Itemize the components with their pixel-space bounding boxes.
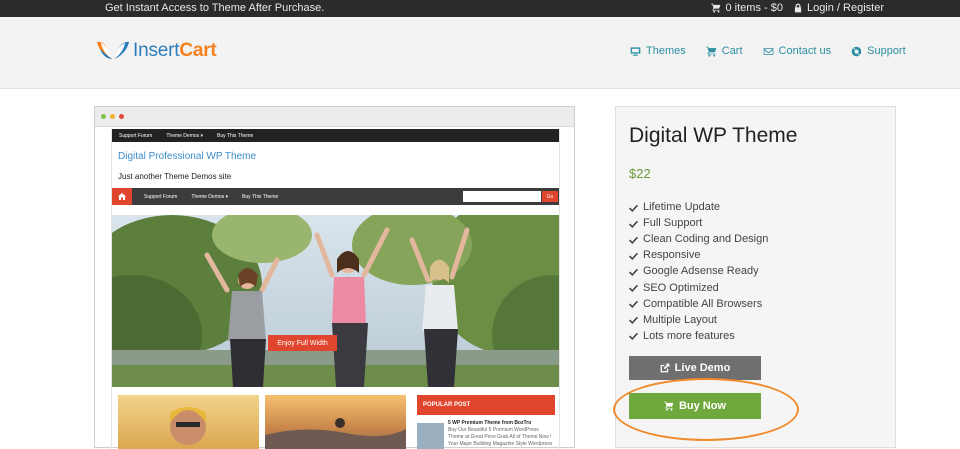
feature-item: Responsive bbox=[629, 247, 768, 263]
check-icon bbox=[629, 332, 638, 341]
monitor-icon bbox=[630, 46, 641, 56]
preview-tagline: Just another Theme Demos site bbox=[118, 172, 232, 181]
top-bar-message: Get Instant Access to Theme After Purcha… bbox=[105, 2, 325, 14]
preview-search-go: Go bbox=[542, 191, 558, 202]
nav-support[interactable]: Support bbox=[851, 45, 906, 57]
product-price: $22 bbox=[629, 166, 651, 181]
popular-post-item: 5 WP Premium Theme from BozTro Buy Our B… bbox=[448, 420, 555, 448]
hero-photo bbox=[112, 215, 559, 387]
top-bar: Get Instant Access to Theme After Purcha… bbox=[0, 0, 960, 17]
window-dot-green bbox=[101, 114, 106, 119]
cart-icon bbox=[711, 3, 721, 13]
preview-thumbnail-sunset bbox=[265, 395, 406, 449]
preview-search-box bbox=[463, 191, 541, 202]
feature-item: Google Adsense Ready bbox=[629, 263, 768, 279]
popular-post-desc: Buy Our Beautiful 5 Premium WordPress Th… bbox=[448, 427, 553, 447]
feature-item: Multiple Layout bbox=[629, 312, 768, 328]
preview-window-bar bbox=[95, 107, 574, 127]
feature-item: Compatible All Browsers bbox=[629, 296, 768, 312]
popular-post-heading: POPULAR POST bbox=[417, 395, 555, 415]
check-icon bbox=[629, 316, 638, 325]
check-icon bbox=[629, 204, 638, 212]
home-icon bbox=[112, 188, 132, 205]
top-bar-account: 0 items - $0 Login / Register bbox=[711, 2, 884, 14]
login-register-label: Login / Register bbox=[806, 2, 884, 14]
lifebuoy-icon bbox=[851, 46, 862, 56]
popular-post-title: 5 WP Premium Theme from BozTro bbox=[448, 420, 532, 426]
check-icon bbox=[629, 284, 638, 293]
top-cart-link[interactable]: 0 items - $0 bbox=[711, 2, 783, 14]
check-icon bbox=[629, 252, 638, 260]
top-cart-label: 0 items - $0 bbox=[725, 2, 783, 14]
theme-preview-frame: Support Forum Theme Demos ▾ Buy This The… bbox=[94, 106, 575, 449]
feature-item: SEO Optimized bbox=[629, 279, 768, 295]
nav-themes[interactable]: Themes bbox=[630, 45, 686, 57]
main-nav: Themes Cart Contact us Support bbox=[630, 45, 906, 57]
popular-post-thumbnail bbox=[417, 423, 444, 449]
window-dot-yellow bbox=[110, 114, 115, 119]
feature-list: Lifetime Update Full Support Clean Codin… bbox=[629, 199, 768, 344]
logo-text: InsertCart bbox=[133, 40, 217, 61]
cart-icon bbox=[663, 401, 674, 411]
nav-contact[interactable]: Contact us bbox=[763, 45, 831, 57]
login-register-link[interactable]: Login / Register bbox=[793, 2, 884, 14]
lock-icon bbox=[794, 3, 802, 13]
feature-item: Clean Coding and Design bbox=[629, 231, 768, 247]
product-title: Digital WP Theme bbox=[629, 124, 798, 147]
preview-main-nav: Support Forum Theme Demos ▾ Buy This The… bbox=[112, 188, 559, 205]
cart-icon bbox=[705, 46, 717, 57]
feature-item: Full Support bbox=[629, 215, 768, 231]
nav-cart[interactable]: Cart bbox=[705, 45, 743, 57]
check-icon bbox=[629, 220, 638, 228]
check-icon bbox=[629, 268, 638, 276]
preview-site-title: Digital Professional WP Theme bbox=[118, 151, 257, 162]
enjoy-full-width-button: Enjoy Full Width bbox=[268, 335, 337, 351]
preview-thumbnail-portrait bbox=[118, 395, 259, 449]
site-header: InsertCart Themes Cart Contact us Suppor… bbox=[0, 17, 960, 89]
external-link-icon bbox=[660, 363, 670, 373]
check-icon bbox=[629, 236, 638, 244]
envelope-icon bbox=[763, 47, 773, 55]
product-panel: Digital WP Theme $22 Lifetime Update Ful… bbox=[615, 106, 896, 448]
live-demo-button[interactable]: Live Demo bbox=[629, 356, 761, 380]
window-dot-red bbox=[119, 114, 124, 119]
preview-top-menu: Support Forum Theme Demos ▾ Buy This The… bbox=[112, 129, 559, 142]
feature-item: Lots more features bbox=[629, 328, 768, 344]
site-logo[interactable]: InsertCart bbox=[96, 39, 217, 63]
preview-hero-image: Enjoy Full Width bbox=[112, 215, 559, 387]
check-icon bbox=[629, 300, 638, 309]
feature-item: Lifetime Update bbox=[629, 199, 768, 215]
butterfly-logo-icon bbox=[97, 41, 129, 59]
buy-now-button[interactable]: Buy Now bbox=[629, 393, 761, 419]
preview-screenshot: Support Forum Theme Demos ▾ Buy This The… bbox=[111, 129, 560, 449]
